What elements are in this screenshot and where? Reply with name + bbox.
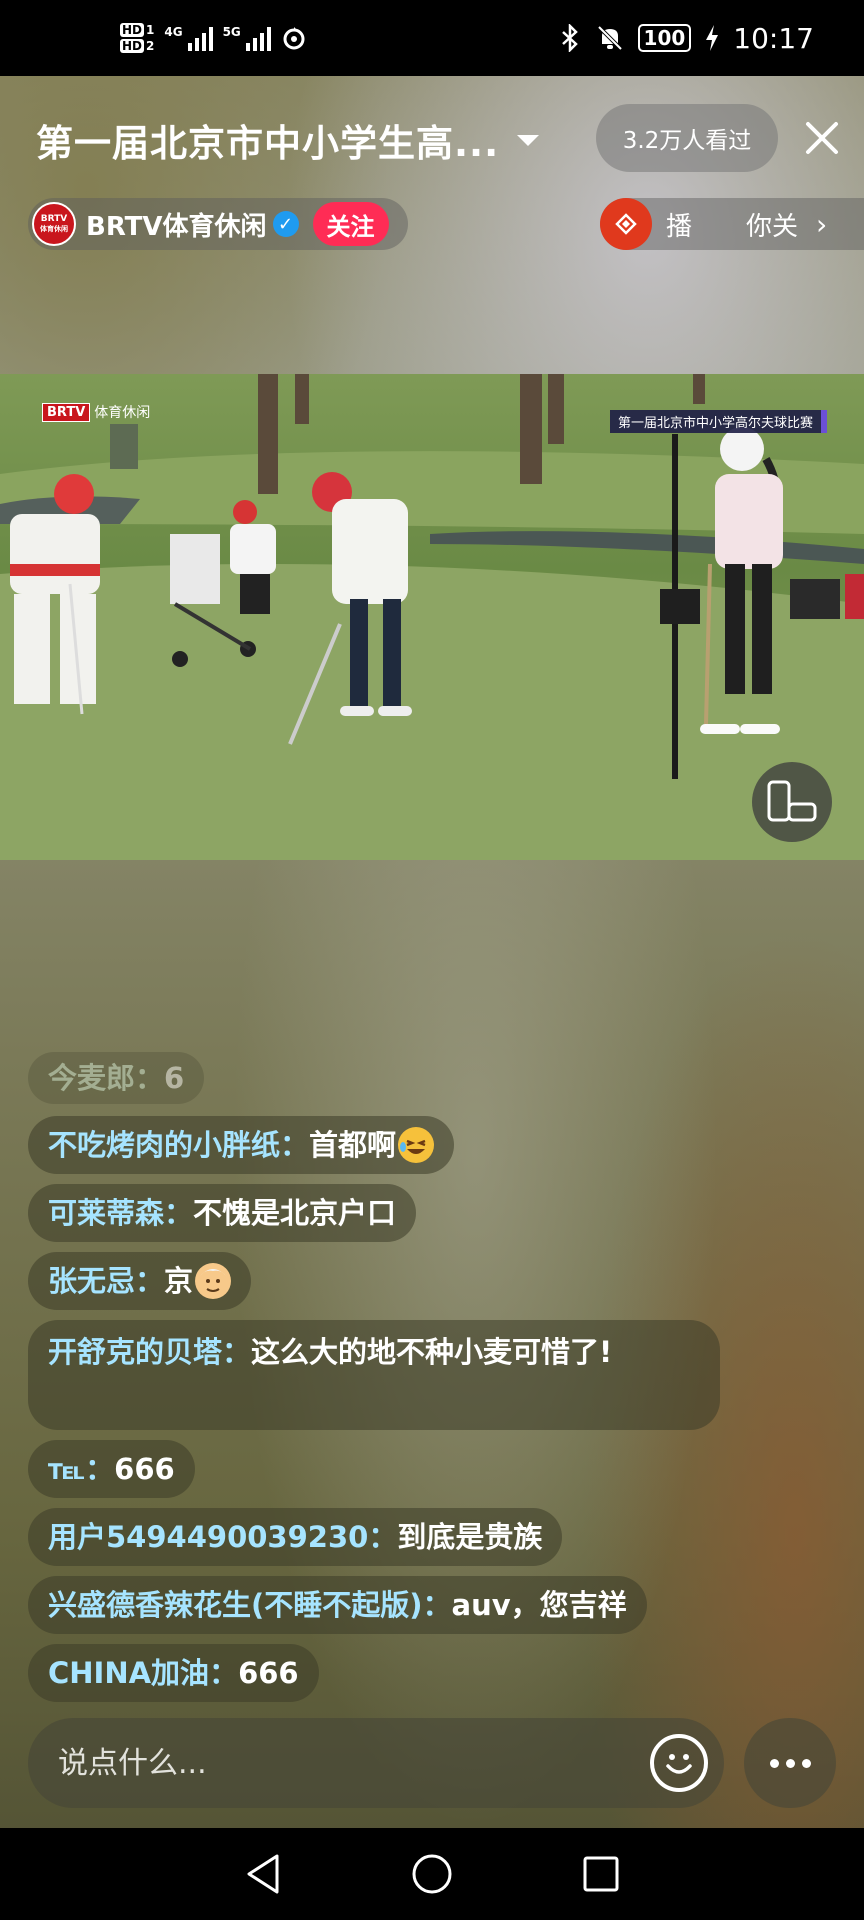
dropdown-caret-icon[interactable]	[517, 134, 540, 146]
chat-text: 6	[164, 1061, 185, 1095]
status-left: HD 1 HD 2 4G 5G	[120, 23, 307, 53]
old-man-emoji-icon	[195, 1263, 232, 1299]
net1-label: 4G	[164, 25, 183, 39]
hd2-label: HD	[120, 39, 145, 53]
chat-text: 首都啊	[309, 1128, 397, 1162]
stream-title[interactable]: 第一届北京市中小学生高...	[36, 113, 499, 167]
charging-icon	[706, 25, 719, 51]
chat-username[interactable]: 用户5494490039230：	[48, 1513, 397, 1561]
chat-username[interactable]: ℡：	[48, 1445, 114, 1493]
chat-text: 京	[164, 1264, 194, 1298]
chat-username[interactable]: 兴盛德香辣花生(不睡不起版)：	[48, 1581, 452, 1629]
close-icon	[806, 122, 838, 154]
more-dot-icon	[769, 1758, 779, 1768]
smiley-icon	[666, 1754, 692, 1774]
back-icon[interactable]	[243, 1852, 283, 1896]
chat-message: 可莱蒂森： 不愧是北京户口	[28, 1184, 417, 1242]
chat-message: 今麦郎： 6	[28, 1052, 205, 1104]
recommend-avatar-icon	[600, 198, 652, 250]
bluetooth-icon	[561, 24, 578, 52]
chevron-right-icon: ›	[816, 207, 828, 241]
comment-input[interactable]	[58, 1745, 578, 1781]
chat-text: auv，您吉祥	[451, 1588, 627, 1622]
anchor-logo-text: BRTV	[40, 214, 68, 224]
hd1-label: HD	[120, 23, 145, 37]
viewer-count[interactable]: 3.2万人看过	[596, 104, 778, 172]
status-right: 100 10:17	[558, 22, 814, 55]
status-bar: HD 1 HD 2 4G 5G 100 10:17	[0, 0, 864, 76]
anchor-info[interactable]: BRTV 体育休闲 BRTV体育休闲 ✓ 关注	[28, 198, 408, 250]
clock: 10:17	[733, 21, 814, 55]
chat-message: 兴盛德香辣花生(不睡不起版)： auv，您吉祥	[28, 1576, 647, 1634]
chat-username[interactable]: CHINA加油：	[48, 1649, 238, 1697]
chat-text: 666	[238, 1656, 299, 1690]
follow-button[interactable]: 关注	[312, 202, 389, 246]
chat-message: CHINA加油： 666	[28, 1644, 319, 1702]
emoji-button[interactable]	[650, 1734, 708, 1792]
hd-indicator: HD 1 HD 2	[120, 23, 154, 53]
signal-5g-icon: 5G	[223, 25, 271, 51]
anchor-logo-sub: 体育休闲	[40, 225, 68, 233]
chat-username[interactable]: 不吃烤肉的小胖纸：	[48, 1121, 309, 1169]
hd1-sub: 1	[146, 23, 155, 37]
more-options-button[interactable]	[744, 1718, 836, 1808]
recommend-pill[interactable]: 播 你关 ›	[600, 198, 864, 250]
chat-username[interactable]: 开舒克的贝塔：	[48, 1328, 251, 1376]
chat-message: 不吃烤肉的小胖纸： 首都啊	[28, 1116, 455, 1174]
anchor-avatar[interactable]: BRTV 体育休闲	[32, 202, 76, 246]
chat-username[interactable]: 张无忌：	[48, 1257, 164, 1305]
chat-message: 用户5494490039230： 到底是贵族	[28, 1508, 563, 1566]
more-dot-icon	[785, 1758, 795, 1768]
video-player[interactable]: BRTV 体育休闲 第一届北京市中小学高尔夫球比赛	[0, 374, 864, 860]
laughing-emoji-icon	[398, 1127, 435, 1163]
golf-course-scene	[0, 374, 864, 860]
more-dot-icon	[801, 1758, 811, 1768]
home-icon[interactable]	[410, 1852, 454, 1896]
watermark-logo: BRTV	[42, 402, 91, 422]
rotate-screen-icon	[767, 780, 817, 822]
hd2-sub: 2	[146, 39, 155, 53]
chat-text: 不愧是北京户口	[193, 1196, 397, 1230]
comment-bar[interactable]	[28, 1718, 724, 1808]
recents-icon[interactable]	[581, 1854, 621, 1894]
chat-text: 666	[114, 1452, 175, 1486]
system-nav-bar	[0, 1828, 864, 1920]
battery-indicator: 100	[637, 24, 692, 52]
watermark-text: 体育休闲	[94, 405, 151, 421]
chat-message: 开舒克的贝塔： 这么大的地不种小麦可惜了!	[28, 1320, 720, 1430]
recommend-label: 播	[666, 211, 693, 242]
chat-username[interactable]: 可莱蒂森：	[48, 1189, 193, 1237]
close-button[interactable]	[796, 112, 848, 164]
video-watermark: BRTV 体育休闲	[42, 402, 150, 422]
data-saver-icon	[283, 27, 305, 50]
chat-username[interactable]: 今麦郎：	[48, 1054, 164, 1102]
mute-bell-icon	[597, 25, 622, 51]
anchor-name[interactable]: BRTV体育休闲	[86, 206, 267, 243]
chat-text: 这么大的地不种小麦可惜了!	[251, 1335, 613, 1369]
chat-message: ℡： 666	[28, 1440, 195, 1498]
chat-text: 到底是贵族	[397, 1520, 543, 1554]
recommend-label-2: 你关	[746, 211, 799, 242]
chat-message: 张无忌： 京	[28, 1252, 252, 1310]
net2-label: 5G	[222, 25, 241, 39]
video-caption: 第一届北京市中小学高尔夫球比赛	[610, 410, 828, 433]
verified-icon: ✓	[272, 211, 299, 237]
rotate-screen-button[interactable]	[752, 762, 832, 842]
signal-4g-icon: 4G	[164, 25, 213, 51]
